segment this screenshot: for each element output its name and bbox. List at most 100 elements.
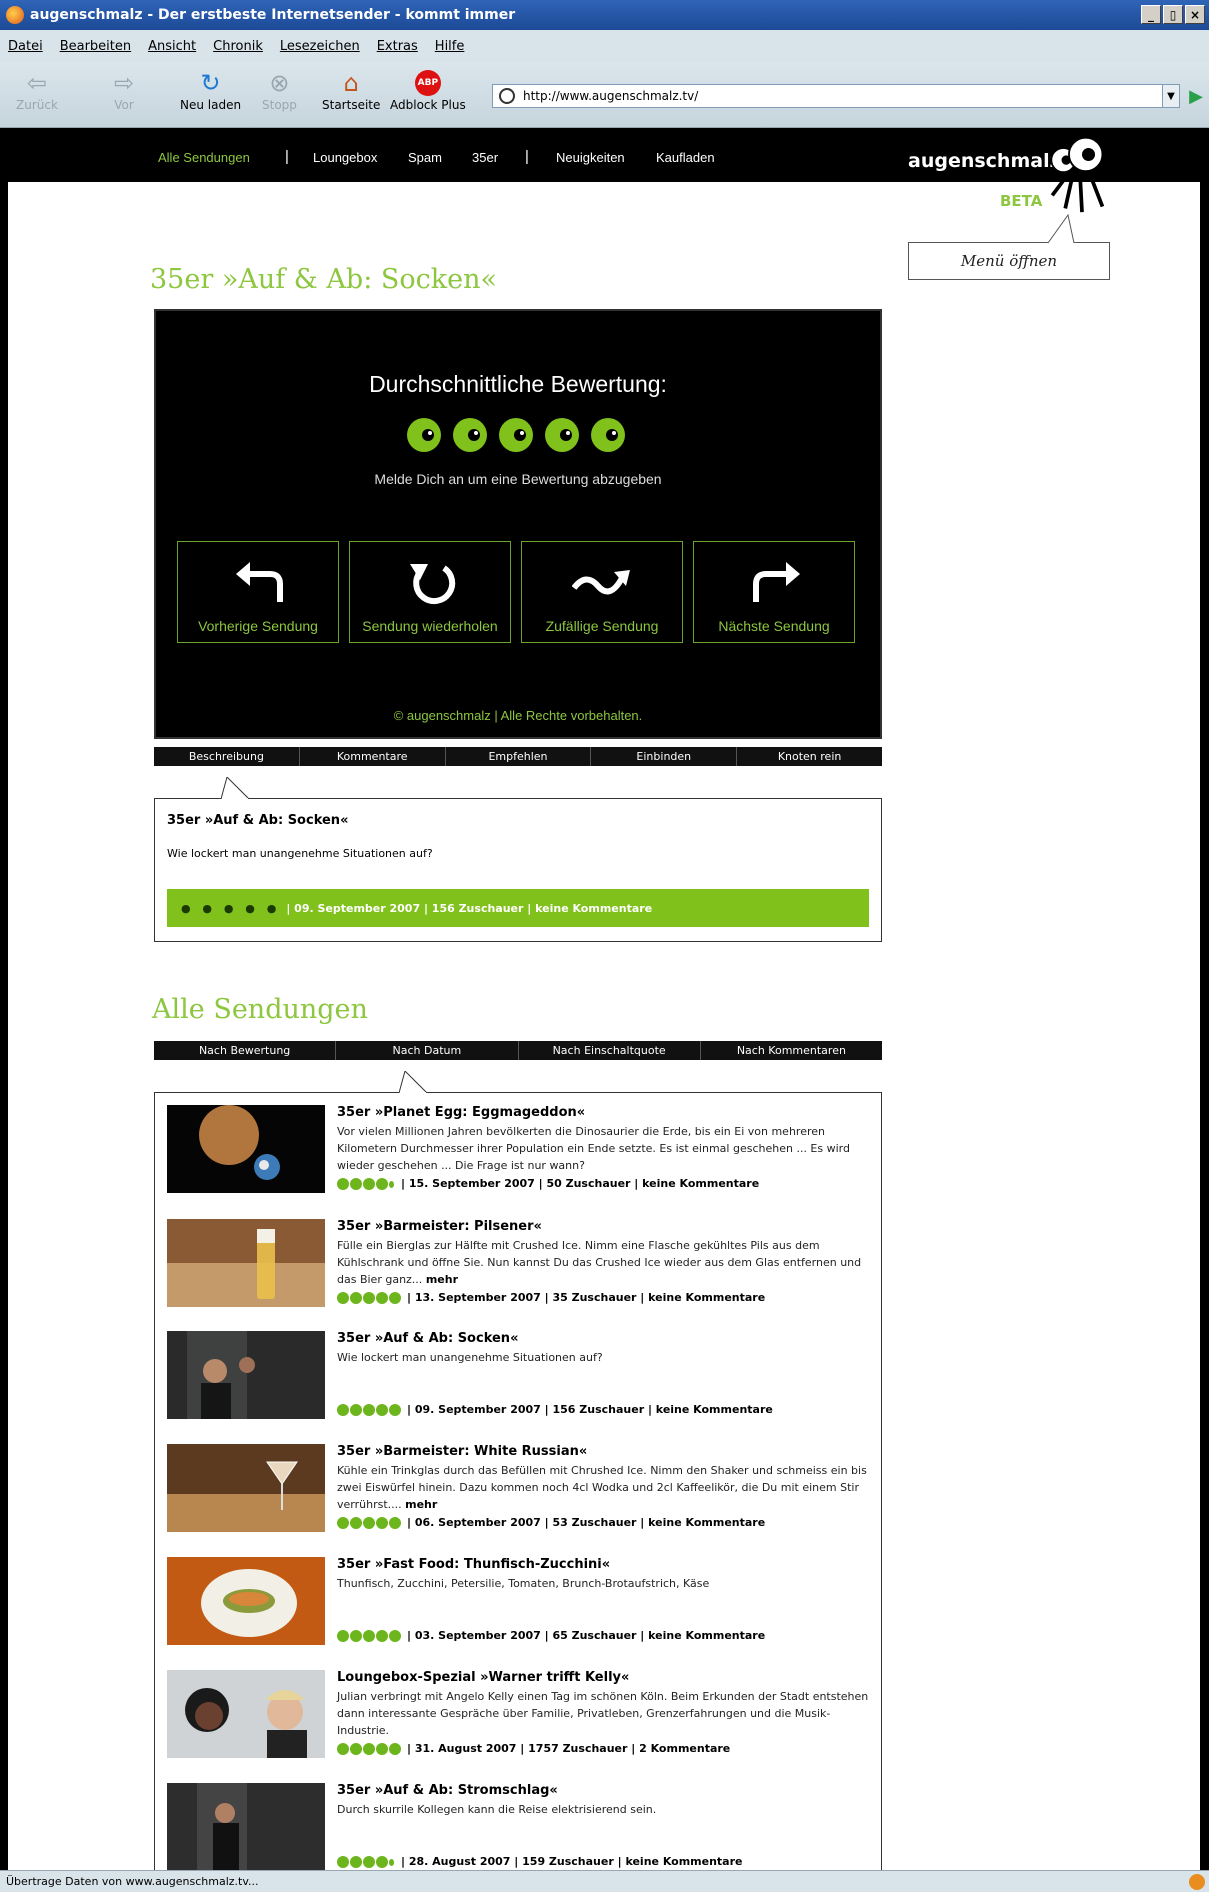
episode-title[interactable]: 35er »Barmeister: Pilsener« xyxy=(337,1219,542,1234)
description-panel: 35er »Auf & Ab: Socken« Wie lockert man … xyxy=(154,777,882,942)
nav-loungebox[interactable]: Loungebox xyxy=(313,150,377,165)
list-item[interactable]: 35er »Barmeister: Pilsener« Fülle ein Bi… xyxy=(167,1219,871,1309)
site-logo[interactable]: augenschmalz xyxy=(908,150,1061,172)
menu-open-button[interactable]: Menü öffnen xyxy=(908,242,1110,280)
episode-description: Vor vielen Millionen Jahren bevölkerten … xyxy=(337,1125,850,1172)
rating-eye-icon xyxy=(350,1629,362,1642)
episode-meta: | 09. September 2007 | 156 Zuschauer | k… xyxy=(337,1403,773,1416)
rating-eye-icon xyxy=(363,1291,375,1304)
rating-eye-icon xyxy=(376,1742,388,1755)
episode-title[interactable]: 35er »Fast Food: Thunfisch-Zucchini« xyxy=(337,1557,610,1572)
home-button[interactable]: ⌂ Startseite xyxy=(322,68,380,112)
thumbnail-white-russian[interactable] xyxy=(167,1444,325,1532)
tab-knoten-rein[interactable]: Knoten rein xyxy=(737,747,882,766)
home-icon: ⌂ xyxy=(343,69,359,97)
rating-eye-icon xyxy=(337,1855,349,1868)
rating-eyes xyxy=(337,1291,401,1304)
rating-eye-icon xyxy=(389,1742,401,1755)
thumbnail-socken[interactable] xyxy=(167,1331,325,1419)
next-show-button[interactable]: Nächste Sendung xyxy=(693,541,855,643)
rating-half-eye-icon xyxy=(389,1856,395,1868)
random-show-button[interactable]: Zufällige Sendung xyxy=(521,541,683,643)
rating-eye-icon xyxy=(376,1403,388,1416)
menu-datei[interactable]: Datei xyxy=(8,39,43,54)
sort-by-rating[interactable]: Nach Bewertung xyxy=(154,1041,337,1060)
rating-eye-icon xyxy=(363,1629,375,1642)
nav-alle-sendungen[interactable]: Alle Sendungen xyxy=(158,150,250,165)
episode-title[interactable]: Loungebox-Spezial »Warner trifft Kelly« xyxy=(337,1670,629,1685)
video-player[interactable]: Durchschnittliche Bewertung: Melde Dich … xyxy=(154,309,882,739)
rating-eye-icon xyxy=(376,1629,388,1642)
list-item[interactable]: 35er »Auf & Ab: Stromschlag« Durch skurr… xyxy=(167,1783,871,1870)
adblock-button[interactable]: ABP Adblock Plus xyxy=(390,68,466,112)
adblock-icon: ABP xyxy=(412,68,444,98)
more-link[interactable]: mehr xyxy=(426,1273,458,1286)
url-bar[interactable]: http://www.augenschmalz.tv/ xyxy=(492,84,1172,108)
sort-by-comments[interactable]: Nach Kommentaren xyxy=(701,1041,882,1060)
stop-button[interactable]: ⊗ Stopp xyxy=(262,68,297,112)
episode-title[interactable]: 35er »Auf & Ab: Socken« xyxy=(337,1331,518,1346)
previous-show-button[interactable]: Vorherige Sendung xyxy=(177,541,339,643)
thumbnail-stromschlag[interactable] xyxy=(167,1783,325,1870)
forward-button[interactable]: ⇨ Vor xyxy=(108,68,140,112)
nav-kaufladen[interactable]: Kaufladen xyxy=(656,150,715,165)
menu-extras[interactable]: Extras xyxy=(377,39,418,54)
rating-eye-icon xyxy=(350,1516,362,1529)
thumbnail-warner-trifft-kelly[interactable] xyxy=(167,1670,325,1758)
menu-ansicht[interactable]: Ansicht xyxy=(148,39,196,54)
rating-eye-icon xyxy=(337,1291,349,1304)
sort-tabs: Nach Bewertung Nach Datum Nach Einschalt… xyxy=(154,1041,882,1060)
menu-bearbeiten[interactable]: Bearbeiten xyxy=(60,39,131,54)
minimize-button[interactable]: _ xyxy=(1141,5,1161,24)
replay-show-button[interactable]: Sendung wiederholen xyxy=(349,541,511,643)
episode-title[interactable]: 35er »Planet Egg: Eggmageddon« xyxy=(337,1105,585,1120)
back-button[interactable]: ⇦ Zurück xyxy=(16,68,58,112)
close-button[interactable]: × xyxy=(1185,5,1205,24)
rating-eye-icon xyxy=(337,1516,349,1529)
arrow-left-icon: ⇦ xyxy=(26,69,47,97)
url-text: http://www.augenschmalz.tv/ xyxy=(523,89,699,103)
replay-icon xyxy=(410,564,456,605)
nav-spam[interactable]: Spam xyxy=(408,150,442,165)
list-item[interactable]: 35er »Fast Food: Thunfisch-Zucchini« Thu… xyxy=(167,1557,871,1647)
episode-title[interactable]: 35er »Auf & Ab: Stromschlag« xyxy=(337,1783,558,1798)
menu-lesezeichen[interactable]: Lesezeichen xyxy=(280,39,360,54)
episode-meta: | 03. September 2007 | 65 Zuschauer | ke… xyxy=(337,1629,765,1642)
list-item[interactable]: 35er »Barmeister: White Russian« Kühle e… xyxy=(167,1444,871,1534)
list-item[interactable]: Loungebox-Spezial »Warner trifft Kelly« … xyxy=(167,1670,871,1760)
rating-eye-icon xyxy=(389,1291,401,1304)
go-button[interactable]: ▶ xyxy=(1186,84,1206,108)
sort-by-audience[interactable]: Nach Einschaltquote xyxy=(519,1041,701,1060)
rating-eye-icon xyxy=(363,1177,375,1190)
list-item[interactable]: 35er »Auf & Ab: Socken« Wie lockert man … xyxy=(167,1331,871,1421)
menu-chronik[interactable]: Chronik xyxy=(213,39,263,54)
thumbnail-planet-egg[interactable] xyxy=(167,1105,325,1193)
rating-eye-icon xyxy=(337,1742,349,1755)
reload-button[interactable]: ↻ Neu laden xyxy=(180,68,241,112)
rating-eye-icon xyxy=(350,1291,362,1304)
rating-eye-icon xyxy=(337,1403,349,1416)
list-item[interactable]: 35er »Planet Egg: Eggmageddon« Vor viele… xyxy=(167,1105,871,1195)
more-link[interactable]: mehr xyxy=(405,1498,437,1511)
episode-meta: | 28. August 2007 | 159 Zuschauer | kein… xyxy=(337,1855,743,1868)
tab-einbinden[interactable]: Einbinden xyxy=(591,747,738,766)
firefox-icon xyxy=(6,6,24,24)
nav-35er[interactable]: 35er xyxy=(472,150,498,165)
nav-neuigkeiten[interactable]: Neuigkeiten xyxy=(556,150,625,165)
page-content: BETA Menü öffnen 35er »Auf & Ab: Socken«… xyxy=(8,182,1200,1870)
episode-description: Thunfisch, Zucchini, Petersilie, Tomaten… xyxy=(337,1577,710,1590)
menu-hilfe[interactable]: Hilfe xyxy=(435,39,465,54)
url-history-dropdown[interactable]: ▼ xyxy=(1162,84,1180,108)
tab-empfehlen[interactable]: Empfehlen xyxy=(446,747,592,766)
current-show-title: 35er »Auf & Ab: Socken« xyxy=(150,264,498,295)
maximize-button[interactable]: ▯ xyxy=(1163,5,1183,24)
thumbnail-thunfisch-zucchini[interactable] xyxy=(167,1557,325,1645)
thumbnail-pilsener[interactable] xyxy=(167,1219,325,1307)
tab-kommentare[interactable]: Kommentare xyxy=(300,747,446,766)
rating-eye-icon xyxy=(337,1177,349,1190)
rating-eye-icon xyxy=(376,1177,388,1190)
episode-title[interactable]: 35er »Barmeister: White Russian« xyxy=(337,1444,587,1459)
tab-beschreibung[interactable]: Beschreibung xyxy=(154,747,300,766)
sort-by-date[interactable]: Nach Datum xyxy=(336,1041,519,1060)
rating-eye-icon xyxy=(350,1855,362,1868)
